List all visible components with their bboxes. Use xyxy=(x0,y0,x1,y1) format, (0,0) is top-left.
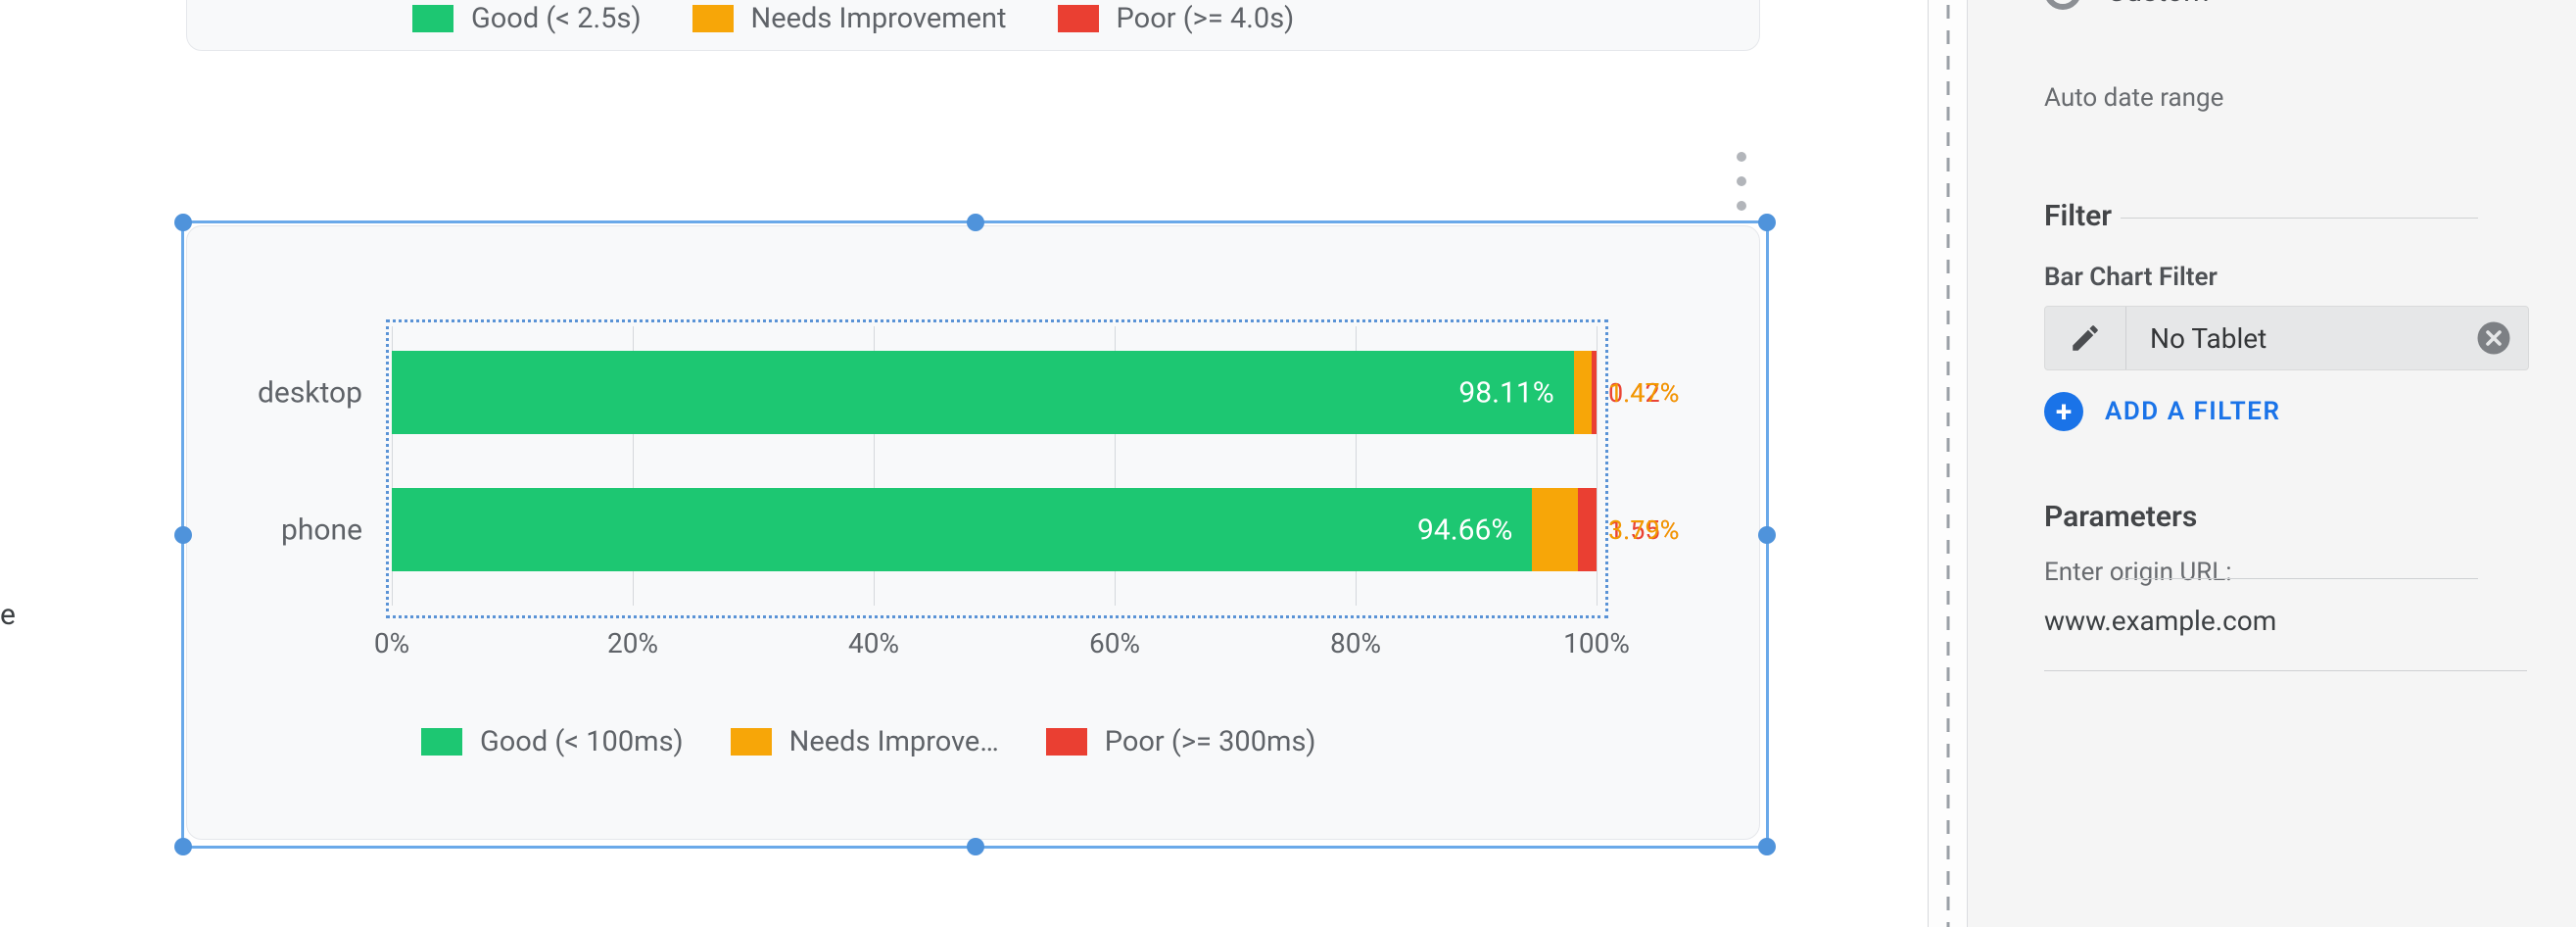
close-circle-icon xyxy=(2476,320,2511,356)
x-tick: 60% xyxy=(1089,627,1140,659)
legend-item-poor: Poor (>= 300ms) xyxy=(1046,725,1316,758)
vertical-ruler: // placeholder; actual dashes added belo… xyxy=(1928,0,1969,927)
properties-panel: Custom Auto date range Filter Bar Chart … xyxy=(1967,0,2576,927)
report-canvas[interactable]: e Good (< 2.5s) Needs Improvement Poor (… xyxy=(0,0,1925,927)
resize-handle-br[interactable] xyxy=(1758,838,1776,855)
date-range-custom-option[interactable]: Custom xyxy=(2044,0,2527,10)
legend-label-poor: Poor (>= 300ms) xyxy=(1105,725,1316,758)
category-label: phone xyxy=(281,512,362,547)
resize-handle-tc[interactable] xyxy=(967,214,984,231)
category-label: desktop xyxy=(258,375,362,410)
upper-legend: Good (< 2.5s) Needs Improvement Poor (>=… xyxy=(412,2,1294,35)
legend-label-good: Good (< 100ms) xyxy=(480,725,684,758)
legend-label-good: Good (< 2.5s) xyxy=(471,2,642,35)
resize-handle-tl[interactable] xyxy=(174,214,192,231)
legend-item-good: Good (< 100ms) xyxy=(421,725,684,758)
filter-subtitle: Bar Chart Filter xyxy=(2044,263,2527,292)
swatch-poor xyxy=(1046,728,1087,756)
x-tick: 100% xyxy=(1563,627,1630,659)
radio-icon xyxy=(2044,0,2081,10)
filter-section-title: Filter xyxy=(2044,199,2527,233)
resize-handle-bc[interactable] xyxy=(967,838,984,855)
x-tick: 80% xyxy=(1330,627,1381,659)
more-vert-icon[interactable] xyxy=(1724,152,1759,211)
pencil-icon xyxy=(2069,321,2102,355)
resize-handle-bl[interactable] xyxy=(174,838,192,855)
remove-filter-button[interactable] xyxy=(2473,317,2514,359)
bar-value-ni: 1.47% xyxy=(1608,377,1679,409)
parameter-prompt: Enter origin URL: xyxy=(2044,558,2527,587)
swatch-good xyxy=(421,728,462,756)
x-axis: 0% 20% 40% 60% 80% 100% xyxy=(392,627,1597,666)
plus-circle-icon: + xyxy=(2044,392,2083,431)
swatch-ni xyxy=(692,5,734,32)
edit-filter-button[interactable] xyxy=(2045,307,2126,369)
swatch-good xyxy=(412,5,453,32)
swatch-poor xyxy=(1058,5,1099,32)
resize-handle-ml[interactable] xyxy=(174,526,192,544)
legend-label-ni: Needs Improvement xyxy=(751,2,1007,35)
legend-item-ni: Needs Improve… xyxy=(731,725,999,758)
resize-handle-tr[interactable] xyxy=(1758,214,1776,231)
legend-label-poor: Poor (>= 4.0s) xyxy=(1117,2,1295,35)
bar-value-ni: 3.79% xyxy=(1608,514,1679,546)
legend-item-ni: Needs Improvement xyxy=(692,2,1007,35)
swatch-ni xyxy=(731,728,772,756)
add-filter-button[interactable]: + ADD A FILTER xyxy=(2044,392,2527,431)
x-tick: 0% xyxy=(374,627,409,659)
divider xyxy=(2044,670,2527,671)
auto-date-range-label[interactable]: Auto date range xyxy=(2044,83,2527,113)
parameter-value[interactable]: www.example.com xyxy=(2044,605,2527,637)
legend-item-poor: Poor (>= 4.0s) xyxy=(1058,2,1295,35)
legend-label-ni: Needs Improve… xyxy=(789,725,999,758)
legend-item-good: Good (< 2.5s) xyxy=(412,2,642,35)
inner-selection[interactable] xyxy=(386,319,1608,618)
radio-label: Custom xyxy=(2107,0,2210,9)
x-tick: 20% xyxy=(607,627,658,659)
filter-chip[interactable]: No Tablet xyxy=(2044,306,2529,370)
add-filter-label: ADD A FILTER xyxy=(2105,397,2280,426)
cropped-text-left: e xyxy=(0,598,16,632)
chart-legend: Good (< 100ms) Needs Improve… Poor (>= 3… xyxy=(421,725,1316,758)
x-tick: 40% xyxy=(848,627,899,659)
resize-handle-mr[interactable] xyxy=(1758,526,1776,544)
parameters-section-title: Parameters xyxy=(2044,500,2527,534)
upper-chart-card: Good (< 2.5s) Needs Improvement Poor (>=… xyxy=(186,0,1760,51)
filter-chip-label: No Tablet xyxy=(2126,322,2473,355)
